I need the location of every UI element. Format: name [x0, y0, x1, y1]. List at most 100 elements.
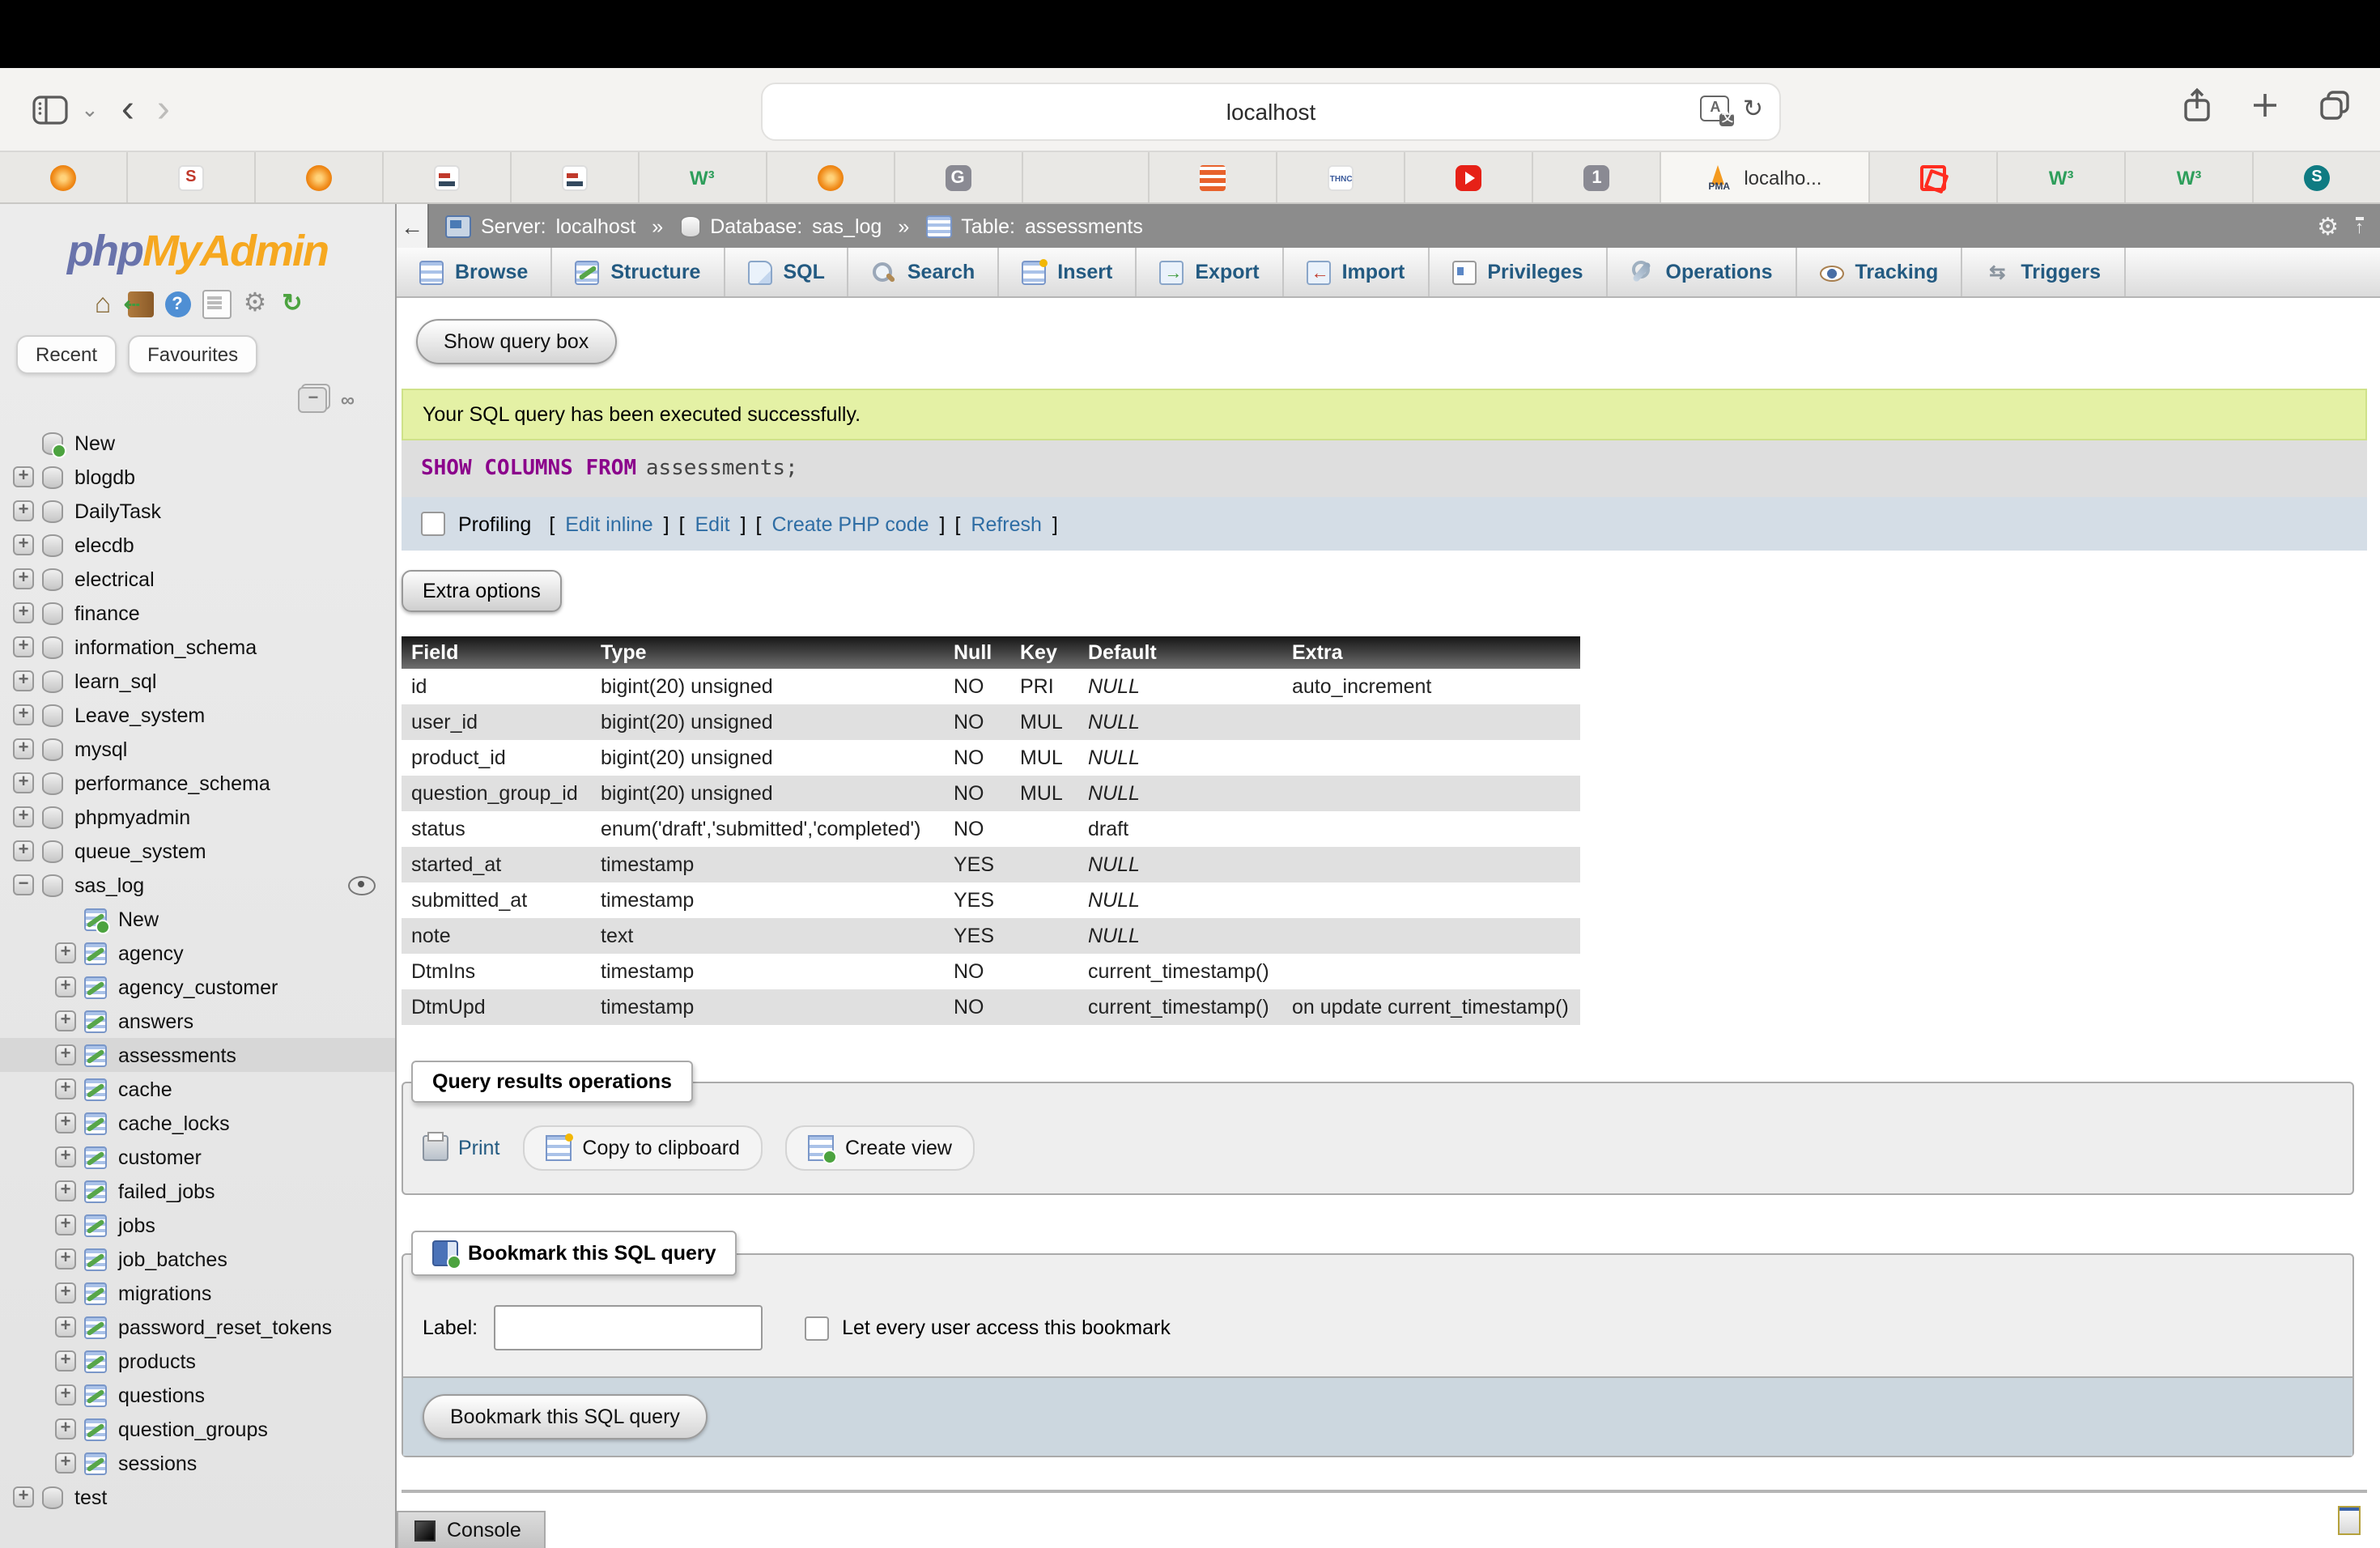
- tab-insert[interactable]: Insert: [999, 248, 1137, 296]
- table-name[interactable]: cache: [118, 1078, 172, 1100]
- refresh-icon[interactable]: ↻: [279, 291, 305, 317]
- phpmyadmin-logo[interactable]: phpMyAdmin: [0, 227, 395, 277]
- database-name[interactable]: blogdb: [74, 466, 135, 488]
- tree-item-blogdb[interactable]: + blogdb: [0, 460, 395, 494]
- expand-icon[interactable]: +: [55, 1044, 76, 1065]
- tree-item-dailytask[interactable]: + DailyTask: [0, 494, 395, 528]
- tree-item-failed-jobs[interactable]: +failed_jobs: [0, 1174, 395, 1208]
- link-with-main-icon[interactable]: ∞: [341, 389, 353, 411]
- table-name[interactable]: jobs: [118, 1214, 155, 1236]
- tree-item-assessments[interactable]: +assessments: [0, 1038, 395, 1072]
- table-name[interactable]: products: [118, 1350, 196, 1372]
- database-name[interactable]: test: [74, 1486, 107, 1508]
- database-name[interactable]: New: [74, 432, 115, 454]
- table-name[interactable]: migrations: [118, 1282, 211, 1304]
- scroll-top-icon[interactable]: ↑: [2355, 216, 2364, 236]
- expand-icon[interactable]: +: [13, 534, 34, 555]
- tree-item-agency[interactable]: + agency: [0, 936, 395, 970]
- database-name[interactable]: electrical: [74, 568, 155, 590]
- table-name[interactable]: New: [118, 908, 159, 930]
- collapse-icon[interactable]: −: [13, 874, 34, 895]
- table-name[interactable]: question_groups: [118, 1418, 268, 1440]
- tab-search[interactable]: Search: [849, 248, 999, 296]
- expand-icon[interactable]: +: [13, 466, 34, 487]
- table-name[interactable]: customer: [118, 1146, 202, 1168]
- browser-tab[interactable]: [1022, 152, 1150, 202]
- expand-icon[interactable]: +: [55, 942, 76, 963]
- tree-item-cache-locks[interactable]: +cache_locks: [0, 1106, 395, 1140]
- breadcrumb-database[interactable]: sas_log: [812, 215, 882, 237]
- expand-icon[interactable]: +: [13, 1486, 34, 1508]
- expand-icon[interactable]: +: [13, 738, 34, 759]
- browser-tab[interactable]: [256, 152, 384, 202]
- expand-icon[interactable]: +: [55, 1452, 76, 1474]
- tree-item-mysql[interactable]: +mysql: [0, 732, 395, 766]
- tree-item-customer[interactable]: +customer: [0, 1140, 395, 1174]
- copy-to-clipboard-button[interactable]: Copy to clipboard: [522, 1125, 763, 1171]
- tree-item-electrical[interactable]: +electrical: [0, 562, 395, 596]
- bookmark-access-checkbox[interactable]: [805, 1316, 829, 1340]
- table-name[interactable]: agency: [118, 942, 184, 964]
- open-new-window-icon[interactable]: [2338, 1506, 2361, 1535]
- expand-icon[interactable]: +: [13, 806, 34, 827]
- tab-tracking[interactable]: Tracking: [1797, 248, 1963, 296]
- browser-tab[interactable]: [1406, 152, 1534, 202]
- sidebar-chevron-icon[interactable]: ⌄: [81, 96, 99, 122]
- profiling-link[interactable]: Refresh: [965, 512, 1047, 535]
- profiling-link[interactable]: Edit inline: [559, 512, 658, 535]
- database-name[interactable]: elecdb: [74, 534, 134, 556]
- tree-item-leave-system[interactable]: +Leave_system: [0, 698, 395, 732]
- collapse-all-icon[interactable]: −: [299, 387, 328, 413]
- table-name[interactable]: answers: [118, 1010, 193, 1032]
- expand-icon[interactable]: +: [55, 1248, 76, 1269]
- tab-import[interactable]: Import: [1284, 248, 1430, 296]
- expand-icon[interactable]: +: [55, 1010, 76, 1031]
- browser-tab[interactable]: W³: [639, 152, 767, 202]
- expand-icon[interactable]: +: [13, 500, 34, 521]
- table-name[interactable]: agency_customer: [118, 976, 278, 998]
- profiling-checkbox[interactable]: [421, 512, 445, 536]
- breadcrumb-table[interactable]: assessments: [1025, 215, 1143, 237]
- translate-icon[interactable]: A: [1701, 96, 1730, 121]
- tree-item-job-batches[interactable]: + job_batches: [0, 1242, 395, 1276]
- browser-tab[interactable]: [384, 152, 512, 202]
- browser-tab[interactable]: [767, 152, 895, 202]
- tree-item-phpmyadmin[interactable]: +phpmyadmin: [0, 800, 395, 834]
- tree-item-questions[interactable]: +questions: [0, 1378, 395, 1412]
- console-bar[interactable]: Console: [397, 1511, 546, 1548]
- browser-tab[interactable]: G: [895, 152, 1022, 202]
- back-button[interactable]: ‹: [121, 93, 134, 125]
- browser-tab[interactable]: [512, 152, 640, 202]
- tab-privileges[interactable]: Privileges: [1429, 248, 1607, 296]
- settings-icon[interactable]: ⚙: [242, 291, 268, 317]
- tree-item-sas-log[interactable]: −sas_log: [0, 868, 395, 902]
- database-name[interactable]: performance_schema: [74, 772, 270, 794]
- expand-icon[interactable]: +: [55, 1418, 76, 1440]
- tree-item-sessions[interactable]: +sessions: [0, 1446, 395, 1480]
- new-tab-icon[interactable]: [2250, 91, 2280, 120]
- share-icon[interactable]: [2182, 87, 2212, 123]
- table-name[interactable]: questions: [118, 1384, 205, 1406]
- database-name[interactable]: DailyTask: [74, 500, 161, 522]
- reload-icon[interactable]: ↻: [1743, 94, 1763, 123]
- tree-item-new[interactable]: New: [0, 902, 395, 936]
- expand-icon[interactable]: +: [55, 1282, 76, 1303]
- favourites-tab[interactable]: Favourites: [128, 335, 257, 374]
- tree-item-agency-customer[interactable]: + agency_customer: [0, 970, 395, 1004]
- extra-options-button[interactable]: Extra options: [402, 570, 562, 612]
- table-name[interactable]: job_batches: [118, 1248, 227, 1270]
- tree-item-products[interactable]: +products: [0, 1344, 395, 1378]
- browser-tab[interactable]: W³: [2126, 152, 2254, 202]
- create-view-button[interactable]: Create view: [785, 1125, 975, 1171]
- expand-icon[interactable]: +: [13, 636, 34, 657]
- tab-export[interactable]: Export: [1137, 248, 1283, 296]
- recent-tab[interactable]: Recent: [16, 335, 117, 374]
- tree-item-elecdb[interactable]: + elecdb: [0, 528, 395, 562]
- expand-icon[interactable]: +: [13, 670, 34, 691]
- tab-overview-icon[interactable]: [2318, 89, 2351, 121]
- tree-item-performance-schema[interactable]: +performance_schema: [0, 766, 395, 800]
- tab-sql[interactable]: SQL: [725, 248, 848, 296]
- expand-icon[interactable]: +: [55, 1112, 76, 1133]
- expand-icon[interactable]: +: [55, 976, 76, 997]
- table-name[interactable]: password_reset_tokens: [118, 1316, 332, 1338]
